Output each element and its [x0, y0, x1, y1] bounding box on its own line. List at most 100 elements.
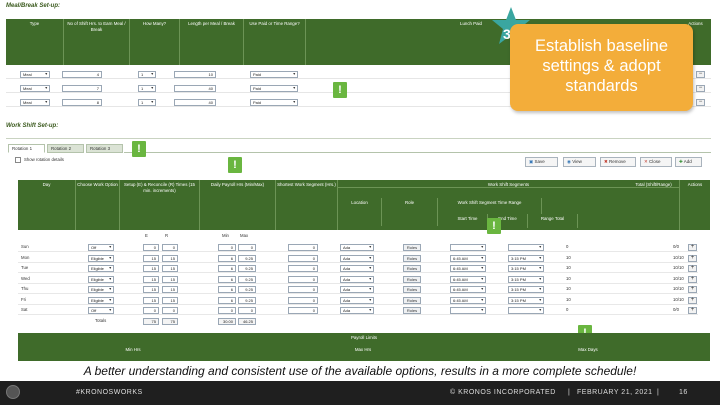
reconcile-r-input[interactable]: 0 — [162, 307, 178, 314]
meal-paid-select[interactable]: Paid — [250, 85, 298, 92]
daily-max-input[interactable]: 9.25 — [238, 275, 256, 283]
daily-min-input[interactable]: 6 — [218, 254, 236, 262]
shortest-segment-input[interactable]: 0 — [288, 244, 318, 251]
meal-paid-select[interactable]: Paid — [250, 99, 298, 106]
setup-e-input[interactable]: 0 — [143, 244, 159, 251]
work-option-select[interactable]: Eligible — [88, 265, 114, 272]
location-select[interactable]: Ada — [340, 286, 374, 293]
daily-max-input[interactable]: 0 — [238, 244, 256, 251]
daily-max-input[interactable]: 0 — [238, 307, 256, 314]
tab-rotation-2[interactable]: Rotation 2 — [47, 144, 84, 153]
reconcile-r-input[interactable]: 0 — [162, 244, 178, 251]
shortest-segment-input[interactable]: 0 — [288, 296, 318, 304]
row-add-button[interactable]: + — [688, 307, 697, 314]
work-option-select[interactable]: Eligible — [88, 254, 114, 262]
meal-hrs-input[interactable]: 7 — [62, 85, 102, 92]
start-time-select[interactable]: 6:45 AM — [450, 296, 486, 304]
meal-paid-select[interactable]: Paid — [250, 71, 298, 78]
location-select[interactable]: Ada — [340, 254, 374, 262]
meal-hrs-input[interactable]: 8 — [62, 99, 102, 106]
end-time-select[interactable]: 3:15 PM — [508, 296, 544, 304]
save-button[interactable]: ▣ Save — [525, 157, 558, 167]
daily-max-input[interactable]: 9.25 — [238, 265, 256, 272]
roles-button[interactable]: Roles — [403, 244, 421, 251]
work-option-select[interactable]: Eligible — [88, 275, 114, 283]
daily-min-input[interactable]: 6 — [218, 296, 236, 304]
start-time-select[interactable]: 6:45 AM — [450, 254, 486, 262]
start-time-select[interactable]: 6:45 AM — [450, 275, 486, 283]
setup-e-input[interactable]: 15 — [143, 286, 159, 293]
location-select[interactable]: Ada — [340, 296, 374, 304]
end-time-select[interactable] — [508, 307, 544, 314]
daily-min-input[interactable]: 6 — [218, 265, 236, 272]
work-option-select[interactable]: Eligible — [88, 296, 114, 304]
meal-type-select[interactable]: Meal — [20, 71, 50, 78]
reconcile-r-input[interactable]: 15 — [162, 275, 178, 283]
daily-min-input[interactable]: 0 — [218, 307, 236, 314]
end-time-select[interactable]: 3:15 PM — [508, 254, 544, 262]
tab-rotation-1[interactable]: Rotation 1 — [8, 144, 45, 153]
view-button[interactable]: ◉ View — [563, 157, 596, 167]
work-option-select[interactable]: Off — [88, 307, 114, 314]
start-time-select[interactable]: 6:45 AM — [450, 265, 486, 272]
end-time-select[interactable]: 3:15 PM — [508, 265, 544, 272]
meal-remove-button[interactable]: − — [696, 85, 705, 92]
setup-e-input[interactable]: 15 — [143, 275, 159, 283]
setup-e-input[interactable]: 15 — [143, 296, 159, 304]
daily-max-input[interactable]: 9.25 — [238, 296, 256, 304]
meal-hrs-input[interactable]: 4 — [62, 71, 102, 78]
meal-length-input[interactable]: 40 — [174, 99, 216, 106]
roles-button[interactable]: Roles — [403, 296, 421, 304]
start-time-select[interactable]: 6:45 AM — [450, 286, 486, 293]
tab-rotation-3[interactable]: Rotation 3 — [86, 144, 123, 153]
location-select[interactable]: Ada — [340, 265, 374, 272]
end-time-select[interactable] — [508, 244, 544, 251]
meal-length-input[interactable]: 10 — [174, 71, 216, 78]
setup-e-input[interactable]: 0 — [143, 307, 159, 314]
daily-min-input[interactable]: 0 — [218, 244, 236, 251]
row-add-button[interactable]: + — [688, 254, 697, 262]
end-time-select[interactable]: 3:15 PM — [508, 275, 544, 283]
shortest-segment-input[interactable]: 0 — [288, 254, 318, 262]
add-button[interactable]: ✚ Add — [675, 157, 702, 167]
location-select[interactable]: Ada — [340, 244, 374, 251]
close-button[interactable]: ✕ Close — [640, 157, 672, 167]
shortest-segment-input[interactable]: 0 — [288, 307, 318, 314]
shortest-segment-input[interactable]: 0 — [288, 275, 318, 283]
show-rotation-checkbox[interactable] — [15, 157, 21, 163]
work-option-select[interactable]: Eligible — [88, 286, 114, 293]
meal-length-input[interactable]: 40 — [174, 85, 216, 92]
row-add-button[interactable]: + — [688, 296, 697, 304]
meal-type-select[interactable]: Meal — [20, 99, 50, 106]
roles-button[interactable]: Roles — [403, 254, 421, 262]
start-time-select[interactable] — [450, 244, 486, 251]
roles-button[interactable]: Roles — [403, 307, 421, 314]
daily-min-input[interactable]: 6 — [218, 286, 236, 293]
work-option-select[interactable]: Off — [88, 244, 114, 251]
location-select[interactable]: Ada — [340, 275, 374, 283]
row-add-button[interactable]: + — [688, 244, 697, 251]
meal-count-select[interactable]: 1 — [138, 85, 156, 92]
meal-type-select[interactable]: Meal — [20, 85, 50, 92]
roles-button[interactable]: Roles — [403, 265, 421, 272]
roles-button[interactable]: Roles — [403, 286, 421, 293]
row-add-button[interactable]: + — [688, 286, 697, 293]
reconcile-r-input[interactable]: 15 — [162, 265, 178, 272]
meal-remove-button[interactable]: − — [696, 71, 705, 78]
roles-button[interactable]: Roles — [403, 275, 421, 283]
shortest-segment-input[interactable]: 0 — [288, 265, 318, 272]
setup-e-input[interactable]: 15 — [143, 265, 159, 272]
reconcile-r-input[interactable]: 15 — [162, 296, 178, 304]
meal-count-select[interactable]: 1 — [138, 71, 156, 78]
end-time-select[interactable]: 3:15 PM — [508, 286, 544, 293]
meal-count-select[interactable]: 1 — [138, 99, 156, 106]
row-add-button[interactable]: + — [688, 275, 697, 283]
daily-max-input[interactable]: 9.25 — [238, 286, 256, 293]
start-time-select[interactable] — [450, 307, 486, 314]
meal-remove-button[interactable]: − — [696, 99, 705, 106]
remove-button[interactable]: ✖ Remove — [600, 157, 636, 167]
setup-e-input[interactable]: 15 — [143, 254, 159, 262]
reconcile-r-input[interactable]: 15 — [162, 286, 178, 293]
daily-max-input[interactable]: 9.25 — [238, 254, 256, 262]
row-add-button[interactable]: + — [688, 265, 697, 272]
